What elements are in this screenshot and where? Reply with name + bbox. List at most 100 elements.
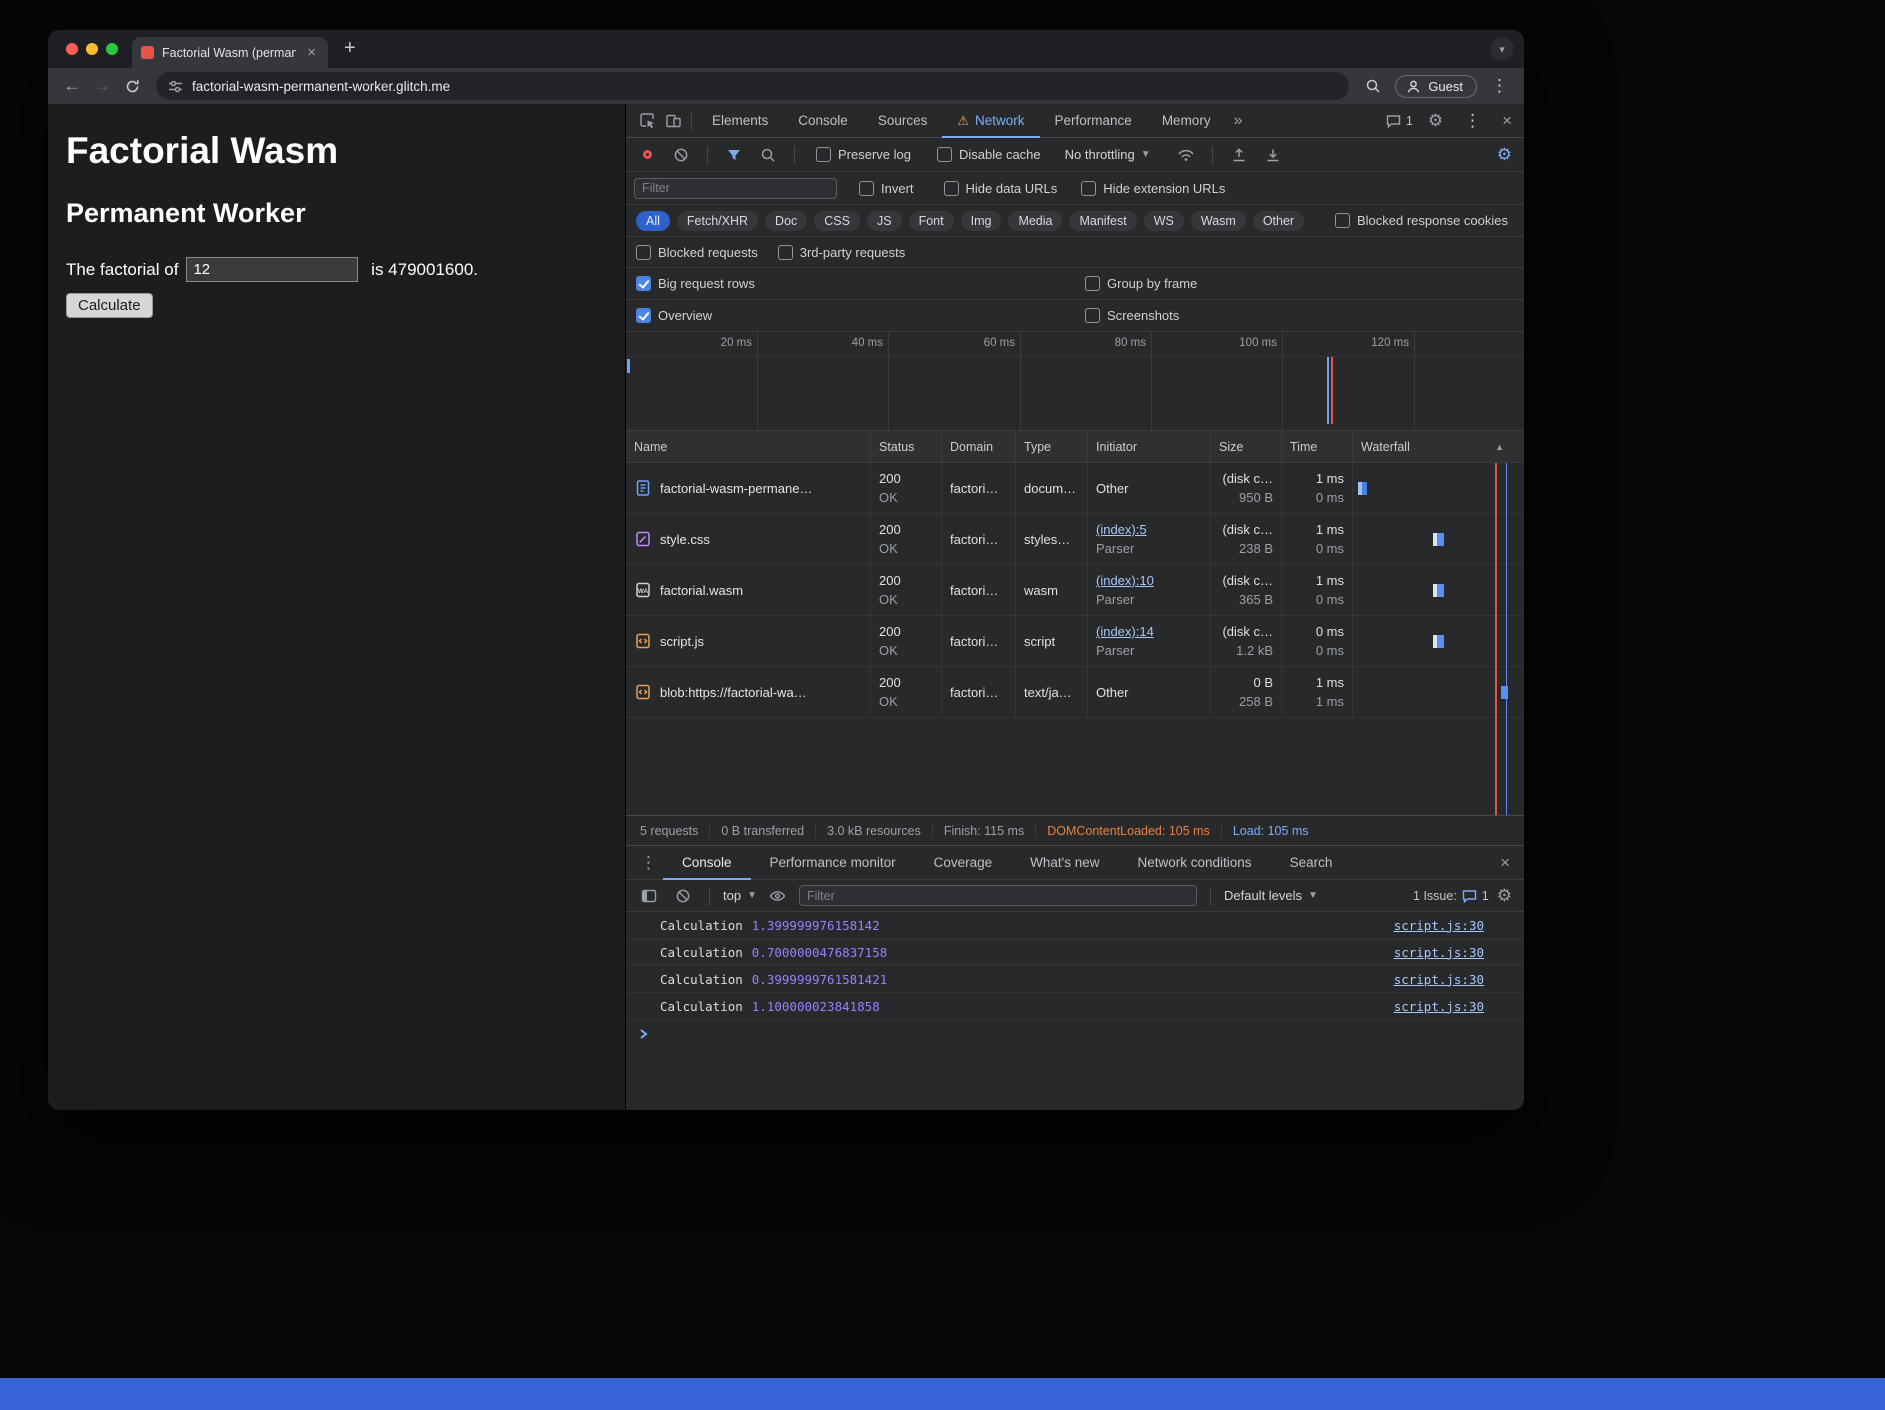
console-prompt[interactable] (626, 1020, 1524, 1048)
source-link[interactable]: script.js:30 (1394, 945, 1484, 960)
console-sidebar-icon[interactable] (636, 883, 662, 909)
drawer-tab-whats-new[interactable]: What's new (1011, 846, 1118, 880)
chip-font[interactable]: Font (909, 211, 954, 231)
window-zoom-button[interactable] (106, 43, 118, 55)
tab-sources[interactable]: Sources (863, 104, 943, 138)
network-request-row[interactable]: WA factorial.wasm 200OK factori… wasm (i… (626, 565, 1524, 616)
chip-css[interactable]: CSS (814, 211, 860, 231)
devtools-settings-icon[interactable]: ⚙ (1428, 111, 1443, 131)
network-request-row[interactable]: script.js 200OK factori… script (index):… (626, 616, 1524, 667)
console-issues-counter[interactable]: 1 Issue: 1 (1413, 889, 1489, 903)
devtools-menu-icon[interactable]: ⋮ (1458, 111, 1487, 131)
hide-extension-urls-checkbox[interactable]: Hide extension URLs (1081, 181, 1225, 196)
back-button[interactable]: ← (58, 72, 86, 100)
device-toolbar-icon[interactable] (660, 108, 686, 134)
search-icon[interactable] (755, 142, 781, 168)
initiator-link[interactable]: (index):10 (1096, 571, 1202, 590)
screenshots-checkbox[interactable]: Screenshots (1085, 308, 1179, 323)
throttling-select[interactable]: No throttling ▼ (1065, 147, 1151, 162)
chip-other[interactable]: Other (1253, 211, 1304, 231)
guest-profile-button[interactable]: Guest (1395, 75, 1477, 98)
inspect-element-icon[interactable] (634, 108, 660, 134)
chip-all[interactable]: All (636, 211, 670, 231)
column-header-initiator[interactable]: Initiator (1088, 431, 1211, 462)
more-tabs-icon[interactable]: » (1226, 112, 1251, 130)
browser-menu-button[interactable]: ⋮ (1485, 76, 1514, 96)
preserve-log-checkbox[interactable]: Preserve log (816, 147, 911, 162)
group-by-frame-checkbox[interactable]: Group by frame (1085, 276, 1197, 291)
chip-wasm[interactable]: Wasm (1191, 211, 1246, 231)
drawer-tab-performance-monitor[interactable]: Performance monitor (751, 846, 915, 880)
filter-funnel-icon[interactable] (721, 142, 747, 168)
console-context-select[interactable]: top ▼ (723, 888, 757, 903)
network-conditions-icon[interactable] (1173, 142, 1199, 168)
source-link[interactable]: script.js:30 (1394, 918, 1484, 933)
chip-doc[interactable]: Doc (765, 211, 807, 231)
column-header-name[interactable]: Name (626, 431, 871, 462)
drawer-close-icon[interactable]: × (1500, 853, 1516, 873)
site-settings-icon[interactable] (168, 79, 183, 94)
blocked-requests-checkbox[interactable]: Blocked requests (636, 245, 758, 260)
drawer-tab-search[interactable]: Search (1271, 846, 1352, 880)
omnibox[interactable]: factorial-wasm-permanent-worker.glitch.m… (156, 72, 1349, 100)
window-minimize-button[interactable] (86, 43, 98, 55)
chip-ws[interactable]: WS (1144, 211, 1184, 231)
tab-console[interactable]: Console (783, 104, 863, 138)
column-header-size[interactable]: Size (1211, 431, 1282, 462)
drawer-tab-console[interactable]: Console (663, 846, 751, 880)
record-network-log-icon[interactable] (634, 142, 660, 168)
tab-memory[interactable]: Memory (1147, 104, 1226, 138)
issues-counter[interactable]: 1 (1386, 114, 1413, 128)
blocked-response-cookies-checkbox[interactable]: Blocked response cookies (1335, 213, 1508, 228)
network-request-row[interactable]: style.css 200OK factori… styles… (index)… (626, 514, 1524, 565)
column-header-waterfall[interactable]: Waterfall ▲ (1353, 431, 1524, 462)
chip-js[interactable]: JS (867, 211, 902, 231)
chip-manifest[interactable]: Manifest (1069, 211, 1136, 231)
drawer-tab-network-conditions[interactable]: Network conditions (1119, 846, 1271, 880)
console-filter-input[interactable] (799, 885, 1197, 906)
hide-data-urls-checkbox[interactable]: Hide data URLs (944, 181, 1058, 196)
tab-network[interactable]: ⚠ Network (942, 104, 1039, 138)
clear-network-log-icon[interactable] (668, 142, 694, 168)
factorial-input[interactable] (186, 257, 358, 282)
network-request-row[interactable]: blob:https://factorial-wa… 200OK factori… (626, 667, 1524, 718)
column-header-time[interactable]: Time (1282, 431, 1353, 462)
network-request-row[interactable]: factorial-wasm-permane… 200OK factori… d… (626, 463, 1524, 514)
initiator-link[interactable]: (index):14 (1096, 622, 1202, 641)
import-har-icon[interactable] (1226, 142, 1252, 168)
column-header-status[interactable]: Status (871, 431, 942, 462)
tab-search-button[interactable]: ▾ (1490, 37, 1514, 61)
source-link[interactable]: script.js:30 (1394, 999, 1484, 1014)
calculate-button[interactable]: Calculate (66, 293, 153, 318)
console-settings-icon[interactable]: ⚙ (1497, 886, 1514, 906)
export-har-icon[interactable] (1260, 142, 1286, 168)
log-levels-select[interactable]: Default levels ▼ (1224, 888, 1318, 903)
chip-img[interactable]: Img (961, 211, 1002, 231)
big-request-rows-checkbox[interactable]: Big request rows (636, 276, 755, 291)
column-header-domain[interactable]: Domain (942, 431, 1016, 462)
column-header-type[interactable]: Type (1016, 431, 1088, 462)
forward-button[interactable]: → (88, 72, 116, 100)
devtools-close-icon[interactable]: × (1502, 111, 1512, 131)
overview-checkbox[interactable]: Overview (636, 308, 712, 323)
drawer-tab-coverage[interactable]: Coverage (915, 846, 1012, 880)
tab-performance[interactable]: Performance (1040, 104, 1147, 138)
browser-tab[interactable]: Factorial Wasm (permanent W × (132, 37, 328, 68)
window-close-button[interactable] (66, 43, 78, 55)
drawer-menu-icon[interactable]: ⋮ (634, 853, 663, 873)
tab-elements[interactable]: Elements (697, 104, 783, 138)
network-overview-timeline[interactable]: 20 ms 40 ms 60 ms 80 ms 100 ms 120 ms 14 (626, 332, 1524, 431)
live-expression-eye-icon[interactable] (765, 883, 791, 909)
chip-fetch-xhr[interactable]: Fetch/XHR (677, 211, 758, 231)
clear-console-icon[interactable] (670, 883, 696, 909)
chip-media[interactable]: Media (1008, 211, 1062, 231)
disable-cache-checkbox[interactable]: Disable cache (937, 147, 1041, 162)
source-link[interactable]: script.js:30 (1394, 972, 1484, 987)
reload-button[interactable] (118, 72, 146, 100)
new-tab-button[interactable]: + (340, 38, 360, 61)
zoom-icon[interactable] (1359, 72, 1387, 100)
tab-close-icon[interactable]: × (304, 44, 319, 61)
network-settings-icon[interactable]: ⚙ (1497, 145, 1516, 165)
initiator-link[interactable]: (index):5 (1096, 520, 1202, 539)
invert-checkbox[interactable]: Invert (859, 181, 914, 196)
